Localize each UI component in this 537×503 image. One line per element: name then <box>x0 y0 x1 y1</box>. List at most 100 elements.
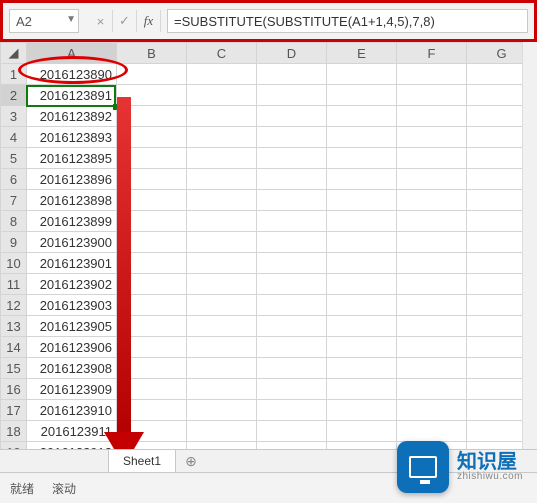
cell-C6[interactable] <box>187 169 257 190</box>
cell-D2[interactable] <box>257 85 327 106</box>
col-header-F[interactable]: F <box>397 43 467 64</box>
cell-D5[interactable] <box>257 148 327 169</box>
cell-C1[interactable] <box>187 64 257 85</box>
cell-E8[interactable] <box>327 211 397 232</box>
cell-A7[interactable]: 2016123898 <box>27 190 117 211</box>
cell-E16[interactable] <box>327 379 397 400</box>
row-header-10[interactable]: 10 <box>1 253 27 274</box>
cell-B15[interactable] <box>117 358 187 379</box>
add-sheet-button[interactable]: ⊕ <box>176 450 206 473</box>
cell-E4[interactable] <box>327 127 397 148</box>
row-header-11[interactable]: 11 <box>1 274 27 295</box>
col-header-B[interactable]: B <box>117 43 187 64</box>
fx-icon[interactable]: fx <box>137 10 161 32</box>
cell-E10[interactable] <box>327 253 397 274</box>
cell-D4[interactable] <box>257 127 327 148</box>
cell-B13[interactable] <box>117 316 187 337</box>
row-header-16[interactable]: 16 <box>1 379 27 400</box>
cell-E15[interactable] <box>327 358 397 379</box>
row-header-4[interactable]: 4 <box>1 127 27 148</box>
cell-A10[interactable]: 2016123901 <box>27 253 117 274</box>
row-header-12[interactable]: 12 <box>1 295 27 316</box>
cell-F15[interactable] <box>397 358 467 379</box>
cell-F18[interactable] <box>397 421 467 442</box>
cell-D17[interactable] <box>257 400 327 421</box>
col-header-E[interactable]: E <box>327 43 397 64</box>
cell-F11[interactable] <box>397 274 467 295</box>
cell-A4[interactable]: 2016123893 <box>27 127 117 148</box>
cell-E18[interactable] <box>327 421 397 442</box>
cell-B9[interactable] <box>117 232 187 253</box>
cell-A15[interactable]: 2016123908 <box>27 358 117 379</box>
cell-D8[interactable] <box>257 211 327 232</box>
cell-F8[interactable] <box>397 211 467 232</box>
row-header-1[interactable]: 1 <box>1 64 27 85</box>
col-header-D[interactable]: D <box>257 43 327 64</box>
row-header-13[interactable]: 13 <box>1 316 27 337</box>
cell-B3[interactable] <box>117 106 187 127</box>
cell-C7[interactable] <box>187 190 257 211</box>
cell-D12[interactable] <box>257 295 327 316</box>
cell-E6[interactable] <box>327 169 397 190</box>
cell-F16[interactable] <box>397 379 467 400</box>
vertical-scrollbar[interactable] <box>522 42 537 449</box>
row-header-15[interactable]: 15 <box>1 358 27 379</box>
cell-A17[interactable]: 2016123910 <box>27 400 117 421</box>
cell-E11[interactable] <box>327 274 397 295</box>
cell-E17[interactable] <box>327 400 397 421</box>
cell-A18[interactable]: 2016123911 <box>27 421 117 442</box>
cell-C18[interactable] <box>187 421 257 442</box>
cell-E13[interactable] <box>327 316 397 337</box>
cell-B14[interactable] <box>117 337 187 358</box>
cell-D3[interactable] <box>257 106 327 127</box>
row-header-17[interactable]: 17 <box>1 400 27 421</box>
enter-formula-icon[interactable]: ✓ <box>113 10 137 32</box>
cell-F9[interactable] <box>397 232 467 253</box>
cell-C12[interactable] <box>187 295 257 316</box>
cell-B12[interactable] <box>117 295 187 316</box>
select-all-corner[interactable]: ◢ <box>1 43 27 64</box>
cell-D14[interactable] <box>257 337 327 358</box>
cell-B1[interactable] <box>117 64 187 85</box>
cell-C3[interactable] <box>187 106 257 127</box>
cell-D16[interactable] <box>257 379 327 400</box>
cell-C4[interactable] <box>187 127 257 148</box>
cell-C5[interactable] <box>187 148 257 169</box>
cell-B18[interactable] <box>117 421 187 442</box>
cell-F1[interactable] <box>397 64 467 85</box>
cell-B7[interactable] <box>117 190 187 211</box>
cell-E3[interactable] <box>327 106 397 127</box>
cell-B8[interactable] <box>117 211 187 232</box>
cell-C8[interactable] <box>187 211 257 232</box>
cell-F10[interactable] <box>397 253 467 274</box>
cell-A1[interactable]: 2016123890 <box>27 64 117 85</box>
cell-B11[interactable] <box>117 274 187 295</box>
cell-C15[interactable] <box>187 358 257 379</box>
cell-A5[interactable]: 2016123895 <box>27 148 117 169</box>
cell-D1[interactable] <box>257 64 327 85</box>
cell-C10[interactable] <box>187 253 257 274</box>
cell-B17[interactable] <box>117 400 187 421</box>
cell-D10[interactable] <box>257 253 327 274</box>
cell-B6[interactable] <box>117 169 187 190</box>
cancel-formula-icon[interactable]: × <box>89 10 113 32</box>
cell-F3[interactable] <box>397 106 467 127</box>
cell-F13[interactable] <box>397 316 467 337</box>
cell-A16[interactable]: 2016123909 <box>27 379 117 400</box>
cell-D11[interactable] <box>257 274 327 295</box>
cell-D13[interactable] <box>257 316 327 337</box>
cell-D7[interactable] <box>257 190 327 211</box>
cell-A12[interactable]: 2016123903 <box>27 295 117 316</box>
cell-F2[interactable] <box>397 85 467 106</box>
cell-F17[interactable] <box>397 400 467 421</box>
cell-A14[interactable]: 2016123906 <box>27 337 117 358</box>
row-header-2[interactable]: 2 <box>1 85 27 106</box>
cell-E12[interactable] <box>327 295 397 316</box>
cell-A6[interactable]: 2016123896 <box>27 169 117 190</box>
row-header-3[interactable]: 3 <box>1 106 27 127</box>
cell-C2[interactable] <box>187 85 257 106</box>
cell-F14[interactable] <box>397 337 467 358</box>
cell-D6[interactable] <box>257 169 327 190</box>
cell-B10[interactable] <box>117 253 187 274</box>
cell-A3[interactable]: 2016123892 <box>27 106 117 127</box>
